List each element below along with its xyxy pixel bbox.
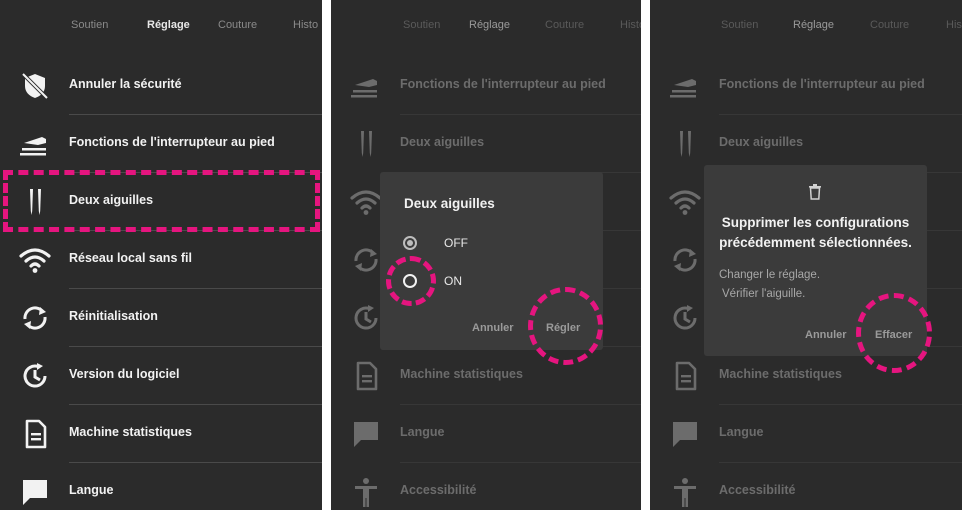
tab-historique[interactable]: Histo [293,19,318,31]
tab-reglage[interactable]: Réglage [793,19,834,31]
menu-item-version-logiciel[interactable]: Version du logiciel [0,347,322,405]
menu-item-accessibilite[interactable]: Accessibilité [331,463,641,510]
accessibility-icon [349,477,383,507]
radio-label: ON [444,274,462,288]
dialog-message-line-2: Vérifier l'aiguille. [722,288,806,300]
menu-item-label: Deux aiguilles [719,135,804,149]
settings-screen-1: Soutien Réglage Couture Histo Annuler la… [0,0,322,510]
tab-couture[interactable]: Couture [545,19,584,31]
tab-reglage[interactable]: Réglage [147,19,190,31]
highlight-on-option [386,256,436,306]
accessibility-icon [668,477,702,507]
menu-item-label: Fonctions de l'interrupteur au pied [719,77,925,91]
tab-soutien[interactable]: Soutien [403,19,440,31]
menu-item-langue[interactable]: Langue [650,405,962,463]
menu-item-langue[interactable]: Langue [0,463,322,510]
menu-item-label: Version du logiciel [69,367,180,381]
trash-icon [808,184,822,200]
menu-item-label: Fonctions de l'interrupteur au pied [69,135,275,149]
menu-item-reinitialisation[interactable]: Réinitialisation [0,289,322,347]
wifi-icon [668,187,702,217]
dialog-title: Deux aiguilles [404,196,495,211]
highlight-effacer-button [856,293,932,373]
menu-item-label: Annuler la sécurité [69,77,182,91]
menu-item-accessibilite[interactable]: Accessibilité [650,463,962,510]
foot-switch-icon [668,71,702,101]
foot-switch-icon [349,71,383,101]
reset-icon [18,303,52,333]
menu-item-label: Réinitialisation [69,309,158,323]
menu-item-machine-statistiques[interactable]: Machine statistiques [0,405,322,463]
menu-item-langue[interactable]: Langue [331,405,641,463]
language-icon [668,419,702,449]
language-icon [18,477,52,507]
menu-item-reseau-local[interactable]: Réseau local sans fil [0,231,322,289]
settings-screen-3: Soutien Réglage Couture Histo Fonctions … [650,0,962,510]
tab-couture[interactable]: Couture [870,19,909,31]
menu-item-label: Langue [69,483,114,497]
tab-reglage[interactable]: Réglage [469,19,510,31]
language-icon [349,419,383,449]
settings-screen-2: Soutien Réglage Couture Histo Fonctions … [331,0,641,510]
wifi-icon [18,245,52,275]
highlight-deux-aiguilles [3,170,320,232]
tab-bar: Soutien Réglage Couture Histo [650,0,962,50]
menu-item-label: Machine statistiques [719,367,842,381]
menu-item-label: Deux aiguilles [400,135,485,149]
reset-icon [668,245,702,275]
software-version-icon [18,361,52,391]
document-icon [349,361,383,391]
dialog-message-line-1: Changer le réglage. [719,269,821,281]
radio-label: OFF [444,236,468,250]
menu-item-label: Langue [400,425,445,439]
menu-item-label: Machine statistiques [69,425,192,439]
reset-icon [349,245,383,275]
menu-item-annuler-securite[interactable]: Annuler la sécurité [0,57,322,115]
software-version-icon [349,303,383,333]
radio-option-off[interactable]: OFF [400,232,560,254]
tab-bar: Soutien Réglage Couture Histo [0,0,322,50]
menu-item-interrupteur-pied[interactable]: Fonctions de l'interrupteur au pied [331,57,641,115]
document-icon [668,361,702,391]
document-icon [18,419,52,449]
menu-item-label: Machine statistiques [400,367,523,381]
dialog-title-line-2: précédemment sélectionnées. [719,235,912,250]
twin-needle-icon [668,129,702,159]
security-off-icon [18,71,52,101]
dialog-title-line-1: Supprimer les configurations [721,215,910,230]
tab-historique[interactable]: Histo [946,19,962,31]
tab-soutien[interactable]: Soutien [71,19,108,31]
menu-item-label: Accessibilité [400,483,477,497]
highlight-regler-button [528,287,603,365]
tab-bar: Soutien Réglage Couture Histo [331,0,641,50]
tab-soutien[interactable]: Soutien [721,19,758,31]
cancel-button[interactable]: Annuler [805,329,847,341]
tab-historique[interactable]: Histo [620,19,641,31]
menu-item-label: Réseau local sans fil [69,251,192,265]
dialog-message: Changer le réglage. Vérifier l'aiguille. [719,266,820,304]
menu-item-deux-aiguilles[interactable]: Deux aiguilles [331,115,641,173]
twin-needle-icon [349,129,383,159]
menu-item-label: Langue [719,425,764,439]
tab-couture[interactable]: Couture [218,19,257,31]
wifi-icon [349,187,383,217]
cancel-button[interactable]: Annuler [472,322,514,334]
menu-item-interrupteur-pied[interactable]: Fonctions de l'interrupteur au pied [650,57,962,115]
menu-item-label: Accessibilité [719,483,796,497]
radio-button-selected[interactable] [403,236,417,250]
menu-item-machine-statistiques[interactable]: Machine statistiques [331,347,641,405]
menu-item-label: Fonctions de l'interrupteur au pied [400,77,606,91]
dialog-title: Supprimer les configurations précédemmen… [704,213,927,253]
foot-switch-icon [18,129,52,159]
software-version-icon [668,303,702,333]
menu-item-interrupteur-pied[interactable]: Fonctions de l'interrupteur au pied [0,115,322,173]
